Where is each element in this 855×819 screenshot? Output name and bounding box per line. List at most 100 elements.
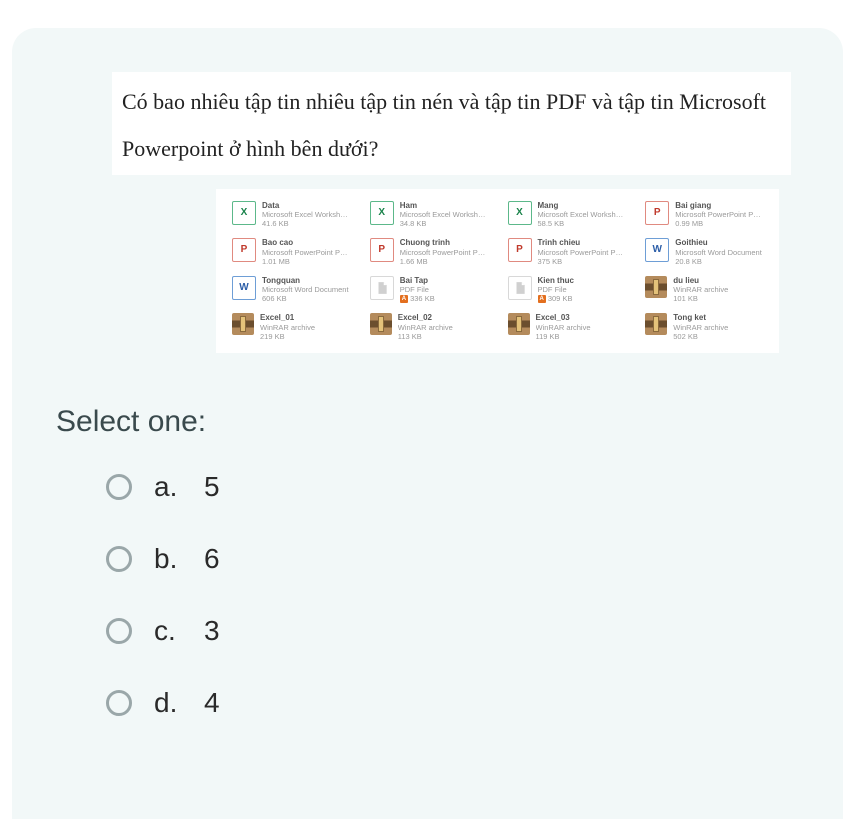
file-name: Kien thuc xyxy=(538,276,574,286)
file-type: Microsoft Word Document xyxy=(675,248,762,257)
file-size: 20.8 KB xyxy=(675,257,762,266)
file-name: du lieu xyxy=(673,276,728,286)
file-name: Tongquan xyxy=(262,276,349,286)
option-letter: a. xyxy=(154,471,182,503)
file-item: XMangMicrosoft Excel Worksheet58.5 KB xyxy=(508,201,626,229)
file-item: P Bai giangMicrosoft PowerPoint Pres…0.99… xyxy=(645,201,763,229)
file-type: Microsoft PowerPoint Pres… xyxy=(400,248,488,257)
file-item: P Chuong trinhMicrosoft PowerPoint Pres…1… xyxy=(370,238,488,266)
file-listing-image: XDataMicrosoft Excel Worksheet41.6 KBXHa… xyxy=(216,189,779,353)
file-type: Microsoft Excel Worksheet xyxy=(262,210,350,219)
rar-file-icon xyxy=(370,313,392,335)
file-type: PDF File xyxy=(400,285,435,294)
option-text: 3 xyxy=(204,615,220,647)
file-type: Microsoft PowerPoint Pres… xyxy=(538,248,626,257)
option-text: 6 xyxy=(204,543,220,575)
answer-options: a. 5 b. 6 c. 3 d. 4 xyxy=(106,471,799,719)
pdf-file-icon xyxy=(370,276,394,300)
ppt-file-icon: P xyxy=(645,201,669,225)
file-size: 119 KB xyxy=(536,332,591,341)
option-letter: c. xyxy=(154,615,182,647)
file-type: WinRAR archive xyxy=(536,323,591,332)
file-item: Excel_01WinRAR archive219 KB xyxy=(232,313,350,341)
file-size: 502 KB xyxy=(673,332,728,341)
xls-file-icon: X xyxy=(508,201,532,225)
file-name: Ham xyxy=(400,201,488,211)
file-type: WinRAR archive xyxy=(260,323,315,332)
file-type: PDF File xyxy=(538,285,574,294)
file-type: WinRAR archive xyxy=(673,285,728,294)
file-item: du lieuWinRAR archive101 KB xyxy=(645,276,763,304)
pdf-badge-icon: A xyxy=(538,295,546,303)
file-type: WinRAR archive xyxy=(398,323,453,332)
file-name: Bai Tap xyxy=(400,276,435,286)
file-size: 375 KB xyxy=(538,257,626,266)
xls-file-icon: X xyxy=(232,201,256,225)
file-size: A336 KB xyxy=(400,294,435,303)
file-item: W TongquanMicrosoft Word Document606 KB xyxy=(232,276,350,304)
file-size: 113 KB xyxy=(398,332,453,341)
file-item: Excel_02WinRAR archive113 KB xyxy=(370,313,488,341)
file-size: 1.66 MB xyxy=(400,257,488,266)
rar-file-icon xyxy=(232,313,254,335)
file-size: 41.6 KB xyxy=(262,219,350,228)
option-letter: b. xyxy=(154,543,182,575)
file-name: Bai giang xyxy=(675,201,763,211)
pdf-file-icon xyxy=(508,276,532,300)
file-type: WinRAR archive xyxy=(673,323,728,332)
file-size: 0.99 MB xyxy=(675,219,763,228)
doc-file-icon: W xyxy=(645,238,669,262)
file-item: Bai TapPDF FileA336 KB xyxy=(370,276,488,304)
file-name: Excel_01 xyxy=(260,313,315,323)
question-card: Có bao nhiêu tập tin nhiêu tập tin nén v… xyxy=(12,28,843,819)
answer-option-a[interactable]: a. 5 xyxy=(106,471,799,503)
file-size: A309 KB xyxy=(538,294,574,303)
select-one-label: Select one: xyxy=(56,405,799,439)
file-item: Excel_03WinRAR archive119 KB xyxy=(508,313,626,341)
file-type: Microsoft Excel Worksheet xyxy=(400,210,488,219)
file-name: Excel_02 xyxy=(398,313,453,323)
answer-option-d[interactable]: d. 4 xyxy=(106,687,799,719)
option-text: 4 xyxy=(204,687,220,719)
rar-file-icon xyxy=(508,313,530,335)
file-item: W GoithieuMicrosoft Word Document20.8 KB xyxy=(645,238,763,266)
file-name: Bao cao xyxy=(262,238,350,248)
radio-button[interactable] xyxy=(106,474,132,500)
file-item: Tong ketWinRAR archive502 KB xyxy=(645,313,763,341)
ppt-file-icon: P xyxy=(508,238,532,262)
file-size: 606 KB xyxy=(262,294,349,303)
xls-file-icon: X xyxy=(370,201,394,225)
file-name: Mang xyxy=(538,201,626,211)
rar-file-icon xyxy=(645,313,667,335)
file-item: X DataMicrosoft Excel Worksheet41.6 KB xyxy=(232,201,350,229)
rar-file-icon xyxy=(645,276,667,298)
ppt-file-icon: P xyxy=(232,238,256,262)
file-name: Tong ket xyxy=(673,313,728,323)
file-type: Microsoft PowerPoint Pres… xyxy=(262,248,350,257)
radio-button[interactable] xyxy=(106,546,132,572)
file-size: 219 KB xyxy=(260,332,315,341)
file-name: Trinh chieu xyxy=(538,238,626,248)
file-item: Kien thucPDF FileA309 KB xyxy=(508,276,626,304)
file-type: Microsoft PowerPoint Pres… xyxy=(675,210,763,219)
file-name: Excel_03 xyxy=(536,313,591,323)
pdf-badge-icon: A xyxy=(400,295,408,303)
option-text: 5 xyxy=(204,471,220,503)
answer-option-b[interactable]: b. 6 xyxy=(106,543,799,575)
radio-button[interactable] xyxy=(106,618,132,644)
file-size: 58.5 KB xyxy=(538,219,626,228)
option-letter: d. xyxy=(154,687,182,719)
file-name: Goithieu xyxy=(675,238,762,248)
doc-file-icon: W xyxy=(232,276,256,300)
question-text: Có bao nhiêu tập tin nhiêu tập tin nén v… xyxy=(112,72,791,175)
file-name: Data xyxy=(262,201,350,211)
file-size: 101 KB xyxy=(673,294,728,303)
file-name: Chuong trinh xyxy=(400,238,488,248)
file-item: P Bao caoMicrosoft PowerPoint Pres…1.01 M… xyxy=(232,238,350,266)
ppt-file-icon: P xyxy=(370,238,394,262)
file-size: 1.01 MB xyxy=(262,257,350,266)
radio-button[interactable] xyxy=(106,690,132,716)
file-item: P Trinh chieuMicrosoft PowerPoint Pres…37… xyxy=(508,238,626,266)
answer-option-c[interactable]: c. 3 xyxy=(106,615,799,647)
file-type: Microsoft Word Document xyxy=(262,285,349,294)
